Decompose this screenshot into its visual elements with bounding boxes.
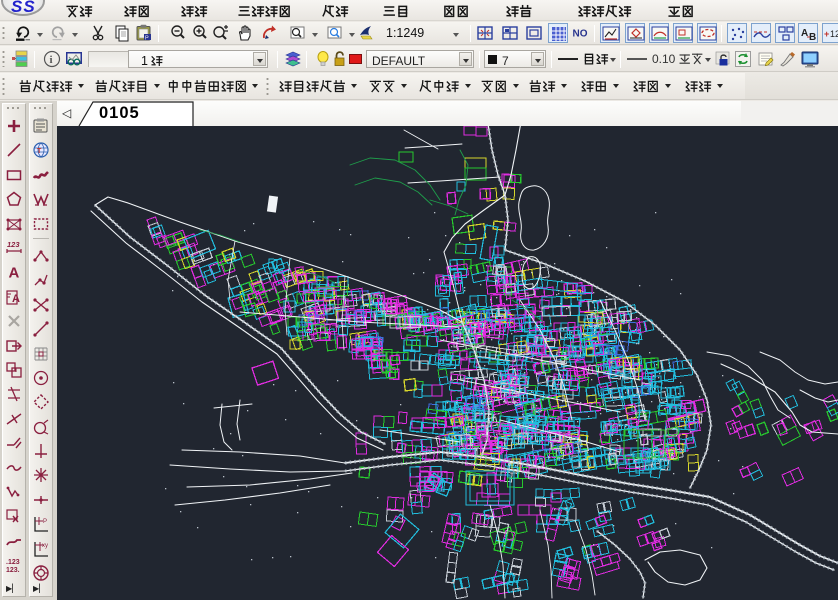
svg-text:+: + [824,29,829,39]
svg-text:A: A [12,293,20,305]
svg-text:NO: NO [573,29,588,40]
svg-text:123: 123 [7,240,20,249]
svg-text:xy: xy [42,543,48,549]
svg-text:i: i [50,54,53,66]
svg-text:123: 123 [830,29,838,39]
svg-text:B: B [809,32,816,43]
svg-text:123.: 123. [6,567,20,574]
svg-text:.123: .123 [6,559,20,566]
svg-text:T: T [37,148,42,155]
svg-text:A: A [9,265,20,282]
svg-text:P: P [43,519,47,525]
svg-text:P: P [145,36,149,42]
